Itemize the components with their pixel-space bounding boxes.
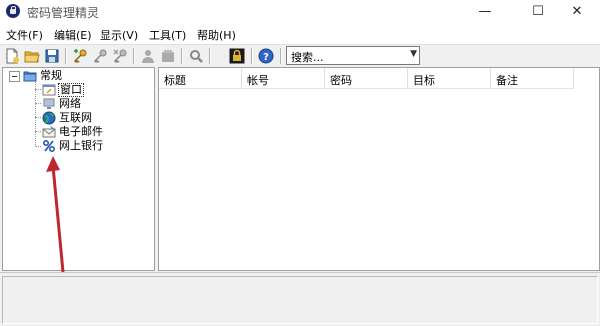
column-label: 标题 [164, 74, 186, 87]
tree-guide-line [35, 131, 41, 132]
app-lock-icon [6, 4, 20, 18]
tree-label: 网上银行 [59, 139, 103, 152]
column-header-password[interactable]: 密码 [325, 68, 408, 89]
toolbar-separator [209, 48, 211, 64]
toolbar-separator [65, 48, 67, 64]
tree-label: 常规 [40, 69, 62, 82]
menu-file[interactable]: 文件(F) [6, 27, 43, 43]
close-button[interactable]: ✕ [554, 0, 600, 24]
tree-label: 电子邮件 [59, 125, 103, 138]
svg-text:?: ? [263, 52, 269, 63]
column-label: 密码 [330, 74, 352, 87]
percent-icon [42, 139, 56, 153]
open-folder-icon[interactable] [24, 48, 40, 64]
column-header-title[interactable]: 标题 [159, 68, 242, 89]
help-icon[interactable]: ? [258, 48, 274, 64]
menu-tools[interactable]: 工具(T) [149, 27, 186, 43]
tree-label: 网络 [59, 97, 81, 110]
tree-label: 窗口 [58, 83, 84, 97]
tree-guide-line [35, 146, 41, 147]
chevron-down-icon[interactable]: ▼ [410, 49, 417, 59]
email-icon [42, 126, 56, 138]
save-icon[interactable] [44, 48, 60, 64]
menu-help[interactable]: 帮助(H) [197, 27, 236, 43]
column-header-account[interactable]: 帐号 [242, 68, 325, 89]
new-file-icon[interactable] [4, 48, 20, 64]
search-input[interactable]: 搜索... [291, 49, 324, 65]
detail-panel [0, 272, 600, 326]
find-icon[interactable] [188, 48, 204, 64]
lock-icon[interactable] [229, 48, 245, 64]
delete-key-icon[interactable] [112, 48, 128, 64]
tree-label: 互联网 [59, 111, 92, 124]
toolbar-separator [133, 48, 135, 64]
column-header-notes[interactable]: 备注 [491, 68, 574, 89]
edit-key-icon[interactable] [92, 48, 108, 64]
column-header-target[interactable]: 目标 [408, 68, 491, 89]
minimize-button[interactable]: — [462, 0, 508, 24]
main-area: 常规 窗口 网络 互联网 电子邮件 网上银行 标题 帐号 密码 目标 备注 [0, 67, 600, 272]
tree-guide-line [35, 117, 41, 118]
column-label: 帐号 [247, 74, 269, 87]
menu-view[interactable]: 显示(V) [100, 27, 138, 43]
detail-area [2, 276, 598, 324]
column-label: 备注 [496, 74, 518, 87]
add-key-icon[interactable] [72, 48, 88, 64]
tree-guide-line [35, 103, 41, 104]
title-bar: 密码管理精灵 — ☐ ✕ [0, 0, 600, 24]
entry-list[interactable]: 标题 帐号 密码 目标 备注 [158, 67, 600, 271]
toolbar-separator [251, 48, 253, 64]
toolbar: ? 搜索... ▼ [0, 44, 600, 68]
tree-guide-line [35, 82, 36, 147]
window-title: 密码管理精灵 [27, 6, 100, 20]
folder-icon [23, 71, 37, 82]
window-icon [42, 84, 56, 96]
user-icon[interactable] [140, 48, 156, 64]
collapse-toggle[interactable] [9, 71, 20, 82]
tree-guide-line [35, 89, 41, 90]
network-icon [43, 98, 55, 109]
toolbar-separator [181, 48, 183, 64]
category-tree[interactable]: 常规 窗口 网络 互联网 电子邮件 网上银行 [2, 67, 155, 271]
search-combobox[interactable]: 搜索... ▼ [286, 46, 420, 65]
menu-edit[interactable]: 编辑(E) [54, 27, 92, 43]
column-label: 目标 [413, 74, 435, 87]
toolbar-separator [280, 48, 282, 64]
globe-icon [42, 111, 56, 125]
group-icon[interactable] [160, 48, 176, 64]
menu-bar: 文件(F) 编辑(E) 显示(V) 工具(T) 帮助(H) [0, 24, 600, 44]
